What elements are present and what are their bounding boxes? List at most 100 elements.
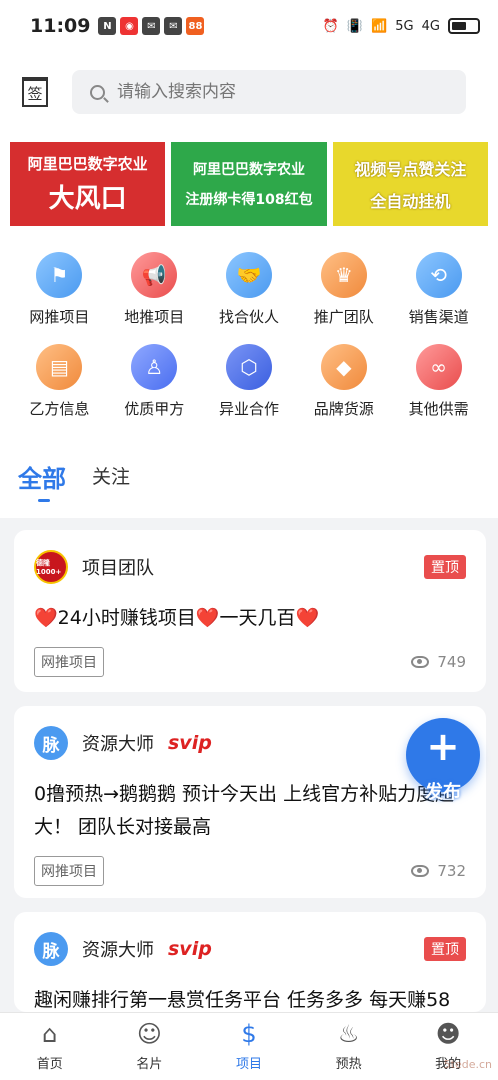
post-card[interactable]: 德隆 1000+ 项目团队 置顶 ❤️24小时赚钱项目❤️一天几百❤️ 网推项目… xyxy=(14,530,486,692)
post-tag[interactable]: 网推项目 xyxy=(34,647,104,677)
avatar[interactable]: 脉 xyxy=(34,932,68,966)
category-label: 网推项目 xyxy=(29,308,90,326)
category-item[interactable]: ♙ 优质甲方 xyxy=(107,344,202,432)
document-icon: ▤ xyxy=(36,344,83,390)
battery-icon xyxy=(448,18,480,34)
view-count-value: 732 xyxy=(437,862,466,880)
network-5g-label: 5G xyxy=(395,18,414,34)
category-label: 地推项目 xyxy=(124,308,185,326)
post-header: 脉 资源大师 svip xyxy=(34,726,466,760)
alarm-icon: ⏰ xyxy=(322,18,339,34)
search-icon xyxy=(90,84,105,100)
category-item[interactable]: 🤝 找合伙人 xyxy=(202,252,297,340)
tabbar-label: 名片 xyxy=(136,1057,163,1072)
banner-alibaba-redpacket[interactable]: 阿里巴巴数字农业 注册绑卡得108红包 xyxy=(171,142,327,226)
person-icon: ♙ xyxy=(131,344,178,390)
post-title[interactable]: 0撸预热→鹅鹅鹅 预计今天出 上线官方补贴力度超大！ 团队长对接最高 xyxy=(34,778,466,844)
nfc-icon: N xyxy=(98,17,117,35)
plus-icon: + xyxy=(426,724,460,770)
category-label: 品牌货源 xyxy=(313,400,374,418)
banner-alibaba-agriculture[interactable]: 阿里巴巴数字农业 大风口 xyxy=(10,142,166,226)
diamond-icon: ◆ xyxy=(320,344,367,390)
watermark: 5tede.cn xyxy=(443,1058,492,1071)
search-bar[interactable] xyxy=(72,70,466,114)
banner-text: 注册绑卡得108红包 xyxy=(185,192,313,208)
view-count-value: 749 xyxy=(437,653,466,671)
post-author[interactable]: 资源大师 xyxy=(82,730,154,756)
publish-label: 发布 xyxy=(425,782,461,803)
hexagon-icon: ⬡ xyxy=(225,344,272,390)
category-label: 找合伙人 xyxy=(218,308,279,326)
category-item[interactable]: 📢 地推项目 xyxy=(107,252,202,340)
category-label: 优质甲方 xyxy=(124,400,185,418)
banner-row: 阿里巴巴数字农业 大风口 阿里巴巴数字农业 注册绑卡得108红包 视频号点赞关注… xyxy=(0,132,498,242)
post-header: 脉 资源大师 svip 置顶 xyxy=(34,932,466,966)
mail-icon: ✉ xyxy=(142,17,161,35)
tabbar-item-home[interactable]: ⌂ 首页 xyxy=(0,1013,100,1080)
wifi-icon: 📶 xyxy=(371,18,388,34)
post-author[interactable]: 资源大师 xyxy=(82,936,154,962)
flame-icon: ♨ xyxy=(337,1020,360,1048)
mail-icon-2: ✉ xyxy=(164,17,183,35)
sign-in-label: 签 xyxy=(27,84,43,103)
category-item[interactable]: ▤ 乙方信息 xyxy=(12,344,107,432)
sign-in-icon[interactable]: 签 xyxy=(22,77,48,107)
banner-text: 大风口 xyxy=(48,184,127,214)
category-item[interactable]: ⚑ 网推项目 xyxy=(12,252,107,340)
status-indicators: ⏰ 📳 📶 5G 4G xyxy=(323,18,480,34)
pinned-badge: 置顶 xyxy=(424,555,466,579)
post-author[interactable]: 项目团队 xyxy=(82,554,154,580)
category-label: 乙方信息 xyxy=(29,400,90,418)
category-label: 其他供需 xyxy=(408,400,469,418)
post-footer: 网推项目 732 xyxy=(34,856,466,886)
status-time: 11:09 xyxy=(30,15,91,37)
category-label: 销售渠道 xyxy=(408,308,469,326)
avatar[interactable]: 德隆 1000+ xyxy=(34,550,68,584)
app-notification-icon-2: 88 xyxy=(186,17,205,35)
category-item[interactable]: ♛ 推广团队 xyxy=(296,252,391,340)
app-notification-icon: ◉ xyxy=(120,17,139,35)
tabbar-item-card[interactable]: ☺ 名片 xyxy=(100,1013,200,1080)
banner-video-auto[interactable]: 视频号点赞关注 全自动挂机 xyxy=(332,142,488,226)
tabbar-label: 首页 xyxy=(36,1057,63,1072)
infinity-icon: ∞ xyxy=(415,344,462,390)
eye-icon xyxy=(411,656,430,668)
category-grid: ⚑ 网推项目 📢 地推项目 🤝 找合伙人 ♛ 推广团队 ⟲ 销售渠道 ▤ 乙方信… xyxy=(0,242,498,432)
category-item[interactable]: ◆ 品牌货源 xyxy=(296,344,391,432)
banner-text: 视频号点赞关注 xyxy=(354,160,467,179)
tab-all[interactable]: 全部 xyxy=(18,459,66,518)
feed-tabs: 全部 关注 xyxy=(0,432,498,518)
post-tag[interactable]: 网推项目 xyxy=(34,856,104,886)
eye-icon xyxy=(411,865,430,877)
vibrate-icon: 📳 xyxy=(346,18,364,34)
pinned-badge: 置顶 xyxy=(424,937,466,961)
flag-icon: ⚑ xyxy=(36,252,83,298)
tabbar-item-project[interactable]: $ 项目 xyxy=(199,1013,299,1080)
category-item[interactable]: ⬡ 异业合作 xyxy=(202,344,297,432)
chat-icon: ☺ xyxy=(136,1020,162,1048)
home-icon: ⌂ xyxy=(42,1020,58,1048)
view-count: 732 xyxy=(411,862,466,880)
category-item[interactable]: ∞ 其他供需 xyxy=(391,344,486,432)
dollar-icon: $ xyxy=(241,1020,257,1048)
tabbar-label: 项目 xyxy=(235,1057,262,1072)
avatar[interactable]: 脉 xyxy=(34,726,68,760)
status-app-icons: N ◉ ✉ ✉ 88 xyxy=(98,17,205,35)
tabbar-item-preheat[interactable]: ♨ 预热 xyxy=(299,1013,399,1080)
search-input[interactable] xyxy=(117,82,437,102)
tab-follow[interactable]: 关注 xyxy=(92,462,130,518)
publish-button[interactable]: + 发布 xyxy=(406,718,480,803)
post-header: 德隆 1000+ 项目团队 置顶 xyxy=(34,550,466,584)
post-card[interactable]: 脉 资源大师 svip 置顶 趣闲赚排行第一悬赏任务平台 任务多多 每天赚58 xyxy=(14,912,486,1012)
category-item[interactable]: ⟲ 销售渠道 xyxy=(391,252,486,340)
post-title[interactable]: ❤️24小时赚钱项目❤️一天几百❤️ xyxy=(34,602,466,635)
banner-text: 全自动挂机 xyxy=(370,192,451,211)
svip-badge: svip xyxy=(168,732,212,754)
crown-icon: ♛ xyxy=(320,252,367,298)
network-4g-label: 4G xyxy=(421,18,440,34)
share-icon: ⟲ xyxy=(415,252,462,298)
banner-text: 阿里巴巴数字农业 xyxy=(27,155,148,173)
tabbar-label: 预热 xyxy=(335,1057,362,1072)
handshake-icon: 🤝 xyxy=(225,252,272,298)
banner-text: 阿里巴巴数字农业 xyxy=(192,162,305,178)
